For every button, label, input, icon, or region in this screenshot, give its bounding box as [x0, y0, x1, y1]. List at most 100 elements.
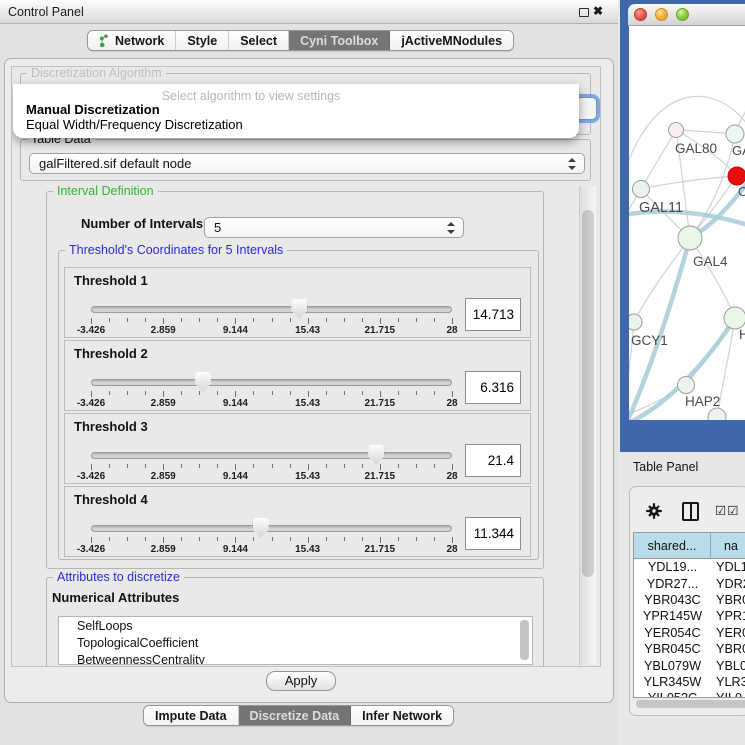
- column-header-name[interactable]: na: [711, 533, 745, 558]
- network-canvas[interactable]: GAL80GACGAL11GAL4GCY1HHAP2: [629, 26, 745, 420]
- threshold-slider-thumb[interactable]: [368, 445, 384, 465]
- table-row[interactable]: YDL19...YDL1: [634, 559, 745, 575]
- cell-name: YPR1: [711, 609, 745, 623]
- HAP2-node[interactable]: [678, 377, 695, 394]
- tab-label: jActiveMNodules: [401, 34, 502, 48]
- table-row[interactable]: YBL079WYBL0: [634, 657, 745, 673]
- list-scrollbar[interactable]: [520, 620, 529, 660]
- tab-network[interactable]: Network: [88, 31, 176, 50]
- tab-impute-data[interactable]: Impute Data: [144, 706, 239, 725]
- table-row[interactable]: YER054CYER0: [634, 625, 745, 641]
- threshold-value-field[interactable]: 11.344: [465, 517, 521, 550]
- GCY1-node[interactable]: [629, 314, 642, 330]
- slider-tick: [452, 464, 453, 470]
- table-row[interactable]: YBR045CYBR0: [634, 641, 745, 657]
- table-row[interactable]: YLR345WYLR3: [634, 674, 745, 690]
- tab-select[interactable]: Select: [229, 31, 289, 50]
- number-of-intervals-combobox[interactable]: 5: [204, 217, 464, 238]
- tab-jactivemnodules[interactable]: jActiveMNodules: [390, 31, 513, 50]
- red-node[interactable]: [728, 167, 745, 185]
- threshold-slider-track[interactable]: [91, 306, 452, 313]
- attribute-list-item[interactable]: SelfLoops: [59, 617, 532, 634]
- slider-tick: [145, 464, 146, 468]
- slider-tick: [109, 537, 110, 541]
- slider-tick-label: 2.859: [151, 544, 176, 555]
- minimize-traffic-light-icon[interactable]: [655, 8, 668, 21]
- gear-icon[interactable]: [646, 503, 662, 519]
- menu-item-manual-discretization[interactable]: Manual Discretization: [26, 102, 160, 117]
- slider-tick: [452, 537, 453, 543]
- threshold-slider-thumb[interactable]: [291, 299, 307, 319]
- threshold-value-field[interactable]: 6.316: [465, 371, 521, 404]
- edge-right-top-node[interactable]: [726, 125, 744, 143]
- apply-button[interactable]: Apply: [266, 671, 336, 691]
- slider-tick: [109, 464, 110, 468]
- slider-tick: [127, 464, 128, 468]
- cell-shared-name: YIL052C: [634, 691, 711, 698]
- checkbox-columns-icon[interactable]: ☑☑: [715, 503, 739, 518]
- GAL4-node[interactable]: [678, 226, 702, 250]
- split-view-icon[interactable]: [682, 502, 699, 521]
- GAL11-node[interactable]: [633, 181, 650, 198]
- slider-tick: [344, 391, 345, 395]
- settings-scrollbar-track[interactable]: [579, 186, 596, 665]
- slider-tick: [398, 318, 399, 322]
- table-data-combobox[interactable]: galFiltered.sif default node: [29, 153, 585, 174]
- tab-cyni-toolbox[interactable]: Cyni Toolbox: [289, 31, 390, 50]
- threshold-slider-track[interactable]: [91, 379, 452, 386]
- close-traffic-light-icon[interactable]: [634, 8, 647, 21]
- cell-shared-name: YLR345W: [634, 675, 711, 689]
- threshold-slider-track[interactable]: [91, 525, 452, 532]
- cell-shared-name: YBL079W: [634, 659, 711, 673]
- table-data-combobox-value: galFiltered.sif default node: [39, 156, 191, 171]
- attribute-list-item[interactable]: TopologicalCoefficient: [59, 634, 532, 651]
- slider-tick: [344, 464, 345, 468]
- tab-label: Style: [187, 34, 217, 48]
- table-hscrollbar-track[interactable]: [634, 699, 745, 708]
- tab-style[interactable]: Style: [176, 31, 229, 50]
- slider-tick: [362, 318, 363, 322]
- float-window-icon[interactable]: [579, 8, 589, 17]
- threshold-slider-thumb[interactable]: [195, 372, 211, 392]
- slider-tick: [91, 464, 92, 470]
- slider-tick: [199, 464, 200, 468]
- menu-item-equal-width-frequency[interactable]: Equal Width/Frequency Discretization: [26, 117, 243, 132]
- slider-tick-label: 28: [446, 325, 457, 336]
- GAL80-node[interactable]: [669, 123, 684, 138]
- slider-tick: [380, 391, 381, 397]
- zoom-traffic-light-icon[interactable]: [676, 8, 689, 21]
- tab-label: Select: [240, 34, 277, 48]
- table-row[interactable]: YDR27...YDR2: [634, 575, 745, 591]
- threshold-value-field[interactable]: 21.4: [465, 444, 521, 477]
- slider-tick: [145, 391, 146, 395]
- table-row[interactable]: YIL052CYIL0: [634, 690, 745, 698]
- table-row[interactable]: YPR145WYPR1: [634, 608, 745, 624]
- cell-shared-name: YBR045C: [634, 642, 711, 656]
- bottom-node[interactable]: [708, 408, 726, 420]
- node-label: H: [739, 327, 745, 342]
- column-header-shared-name[interactable]: shared...: [634, 533, 711, 558]
- slider-tick: [434, 537, 435, 541]
- threshold-label: Threshold 4: [74, 492, 148, 507]
- numerical-attributes-list[interactable]: SelfLoopsTopologicalCoefficientBetweenne…: [58, 616, 533, 665]
- slider-tick-label: 15.43: [295, 471, 320, 482]
- close-icon[interactable]: ✖: [593, 4, 603, 18]
- threshold-value-field[interactable]: 14.713: [465, 298, 521, 331]
- tab-discretize-data[interactable]: Discretize Data: [239, 706, 352, 725]
- network-view-window[interactable]: GAL80GACGAL11GAL4GCY1HHAP2: [620, 0, 745, 452]
- right-mid-node[interactable]: [724, 307, 745, 329]
- attribute-list-item[interactable]: BetweennessCentrality: [59, 651, 532, 665]
- tab-infer-network[interactable]: Infer Network: [351, 706, 453, 725]
- slider-tick: [272, 318, 273, 322]
- table-hscrollbar-thumb[interactable]: [636, 700, 745, 708]
- table-row[interactable]: YBR043CYBR0: [634, 592, 745, 608]
- slider-tick: [416, 464, 417, 468]
- top-tab-bar: Network Style Select Cyni Toolbox jActiveMNo…: [87, 30, 514, 51]
- threshold-slider-track[interactable]: [91, 452, 452, 459]
- slider-tick: [235, 537, 236, 543]
- table-body: YDL19...YDL1YDR27...YDR2YBR043CYBR0YPR14…: [634, 559, 745, 698]
- threshold-slider-thumb[interactable]: [253, 518, 269, 538]
- settings-scrollbar-thumb[interactable]: [582, 210, 594, 577]
- threshold-label: Threshold 2: [74, 346, 148, 361]
- slider-tick: [416, 537, 417, 541]
